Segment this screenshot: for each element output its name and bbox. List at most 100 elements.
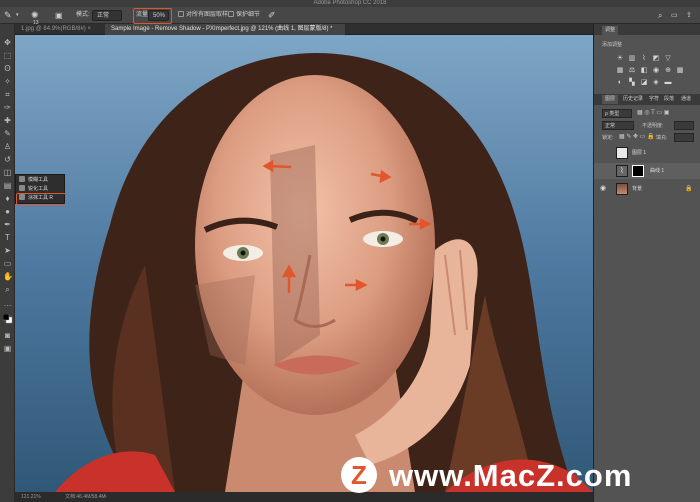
layer-row-background[interactable]: ◉ 背景 🔒 (594, 181, 700, 197)
quick-mask-icon[interactable]: ◙ (3, 331, 12, 340)
layer-row-layer1[interactable]: 图层 1 (594, 145, 700, 161)
brightness-icon[interactable]: ☀ (616, 55, 624, 63)
brush-tool-icon[interactable]: ✎ (4, 10, 12, 21)
gradient-map-icon[interactable]: ▬ (664, 79, 672, 87)
move-tool-icon[interactable]: ✥ (3, 38, 12, 47)
layer-kind-filter[interactable]: ρ 类型 (602, 109, 632, 118)
tab-label: 1.jpg @ 84.9%(RGB/8#) × (21, 26, 91, 32)
lasso-tool-icon[interactable]: ʘ (3, 64, 12, 73)
layer-name: 曲线 1 (650, 168, 665, 174)
lock-icons[interactable]: ▦ ✎ ✥ ▭ 🔒 (619, 133, 655, 140)
exposure-icon[interactable]: ◩ (652, 55, 660, 63)
document-size: 文档:46.4M/58.4M (65, 494, 106, 500)
tab-paragraph[interactable]: 段落 (661, 95, 677, 104)
crop-tool-icon[interactable]: ⌗ (3, 90, 12, 99)
mode-dropdown[interactable]: 正常 (92, 10, 122, 21)
workspace-icon[interactable]: ▭ (671, 10, 678, 21)
status-expand-icon[interactable]: › (105, 492, 107, 502)
blend-mode-dropdown[interactable]: 正常 (602, 121, 634, 130)
gradient-tool-icon[interactable]: ▤ (3, 181, 12, 190)
document-tabs: 1.jpg @ 84.9%(RGB/8#) × Sample Image - R… (15, 24, 593, 35)
eye-icon[interactable]: ◉ (600, 181, 606, 197)
posterize-icon[interactable]: ▚ (628, 79, 636, 87)
tab-label: 段落 (664, 96, 675, 102)
tab-1-jpg[interactable]: 1.jpg @ 84.9%(RGB/8#) × (15, 24, 105, 35)
tab-label: 通道 (681, 96, 692, 102)
tab-channels[interactable]: 通道 (678, 95, 694, 104)
blur-icon (19, 176, 25, 182)
search-icon[interactable]: ⌕ (658, 10, 662, 21)
screen-mode-icon[interactable]: ▣ (3, 344, 12, 353)
tab-label: 调整 (605, 27, 616, 33)
invert-icon[interactable]: ◐ (616, 79, 624, 87)
photoshop-window: Adobe Photoshop CC 2018 ✎ ▾ ✺ 13 ▣ 模式: 正… (0, 0, 700, 502)
fill-input[interactable] (674, 133, 694, 142)
shape-tool-icon[interactable]: ▭ (3, 259, 12, 268)
adjustments-title: 添加调整 (602, 42, 623, 48)
color-lookup-icon[interactable]: ▩ (676, 67, 684, 75)
canvas-image[interactable] (15, 35, 593, 492)
type-tool-icon[interactable]: T (3, 233, 12, 242)
share-icon[interactable]: ⇪ (686, 10, 692, 21)
bw-icon[interactable]: ◧ (640, 67, 648, 75)
quick-select-icon[interactable]: ✧ (3, 77, 12, 86)
color-balance-icon[interactable]: ⚖ (628, 67, 636, 75)
kind-label: ρ 类型 (605, 111, 620, 117)
layers-tab-row: 图层 历史记录 字符 段落 通道 (594, 94, 700, 105)
threshold-icon[interactable]: ◪ (640, 79, 648, 87)
layer-thumbnail (616, 183, 628, 195)
protect-detail-checkbox[interactable]: 保护细节 (228, 10, 260, 21)
pen-tool-icon[interactable]: ✒ (3, 220, 12, 229)
tab-sample-image[interactable]: Sample Image - Remove Shadow - PXImperfe… (105, 24, 345, 35)
tab-adjustments[interactable]: 调整 (602, 26, 619, 35)
fg-bg-color-icon (2, 313, 13, 324)
tab-character[interactable]: 字符 (646, 95, 662, 104)
adjustments-panel: 添加调整 ☀ ▥ ⌇ ◩ ▽ ▦ ⚖ ◧ ◉ ⊕ ▩ ◐ ▚ ◪ ◈ ▬ (594, 35, 700, 97)
mode-label: 模式: (76, 12, 90, 18)
sharpen-icon (19, 185, 25, 191)
mode-value: 正常 (97, 13, 110, 19)
zoom-tool-icon[interactable]: ⌕ (3, 285, 12, 294)
filter-icons[interactable]: ▦ ◎ T ▭ ▣ (637, 109, 669, 116)
levels-icon[interactable]: ▥ (628, 55, 636, 63)
hue-sat-icon[interactable]: ▦ (616, 67, 624, 75)
tool-preset-dropdown[interactable]: ▾ (16, 10, 19, 21)
healing-brush-icon[interactable]: ✚ (3, 116, 12, 125)
channel-mixer-icon[interactable]: ⊕ (664, 67, 672, 75)
hand-tool-icon[interactable]: ✋ (3, 272, 13, 281)
marquee-tool-icon[interactable]: ⬚ (3, 51, 12, 60)
selective-color-icon[interactable]: ◈ (652, 79, 660, 87)
eraser-icon[interactable]: ◫ (3, 168, 12, 177)
blur-tool-item[interactable]: 模糊工具 (19, 176, 63, 185)
blend-mode-value: 正常 (605, 123, 616, 129)
brush-tool-icon[interactable]: ✎ (3, 129, 12, 138)
color-swatches-icon[interactable] (2, 313, 13, 324)
more-tools-icon[interactable]: … (3, 299, 12, 308)
dodge-tool-icon[interactable]: ● (3, 207, 12, 216)
brush-settings-icon[interactable]: ▣ (55, 10, 63, 21)
curves-adjustment-icon: ⌇ (616, 165, 628, 177)
pressure-icon[interactable]: ✐ (268, 10, 276, 21)
watermark-text: www.MacZ.com (389, 458, 633, 493)
watermark-logo: Z (341, 457, 377, 493)
history-brush-icon[interactable]: ↺ (3, 155, 12, 164)
clone-stamp-icon[interactable]: ♙ (3, 142, 12, 151)
zoom-level[interactable]: 121.21% (21, 492, 41, 502)
path-select-icon[interactable]: ➤ (3, 246, 12, 255)
strength-highlight (133, 8, 172, 24)
tab-layers[interactable]: 图层 (602, 95, 619, 104)
curves-icon[interactable]: ⌇ (640, 55, 648, 63)
blur-tool-icon[interactable]: ♦ (3, 194, 12, 203)
layer-row-curves1[interactable]: ⌇ 曲线 1 (594, 163, 700, 179)
lock-label: 锁定: (602, 135, 614, 141)
sample-all-layers-checkbox[interactable]: 对所有图层取样 (178, 10, 228, 21)
portrait-photo (15, 35, 593, 492)
tab-label: Sample Image - Remove Shadow - PXImperfe… (111, 26, 333, 32)
layer-thumbnail (616, 147, 628, 159)
opacity-input[interactable] (674, 121, 694, 130)
photo-filter-icon[interactable]: ◉ (652, 67, 660, 75)
eyedropper-icon[interactable]: ✑ (3, 103, 12, 112)
layer-mask-thumbnail[interactable] (632, 165, 644, 177)
vibrance-icon[interactable]: ▽ (664, 55, 672, 63)
tab-history[interactable]: 历史记录 (620, 95, 646, 104)
